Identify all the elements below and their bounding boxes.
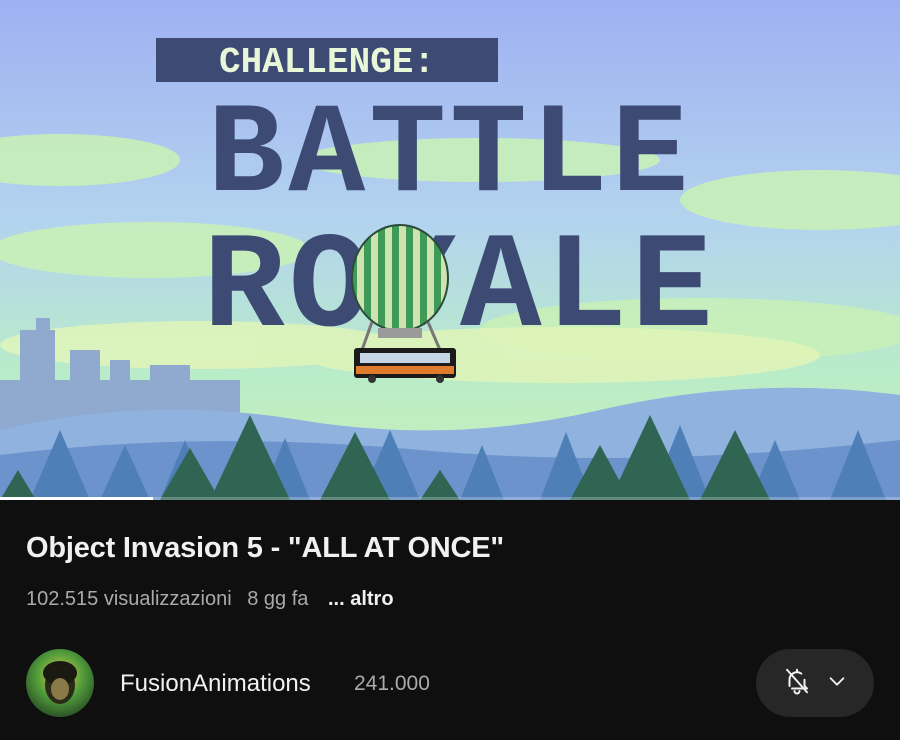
channel-avatar[interactable]	[26, 649, 94, 717]
video-player[interactable]: CHALLENGE: BATTLE ROYALE	[0, 0, 900, 500]
channel-name[interactable]: FusionAnimations	[120, 670, 311, 698]
channel-row: FusionAnimations 241.000	[0, 649, 900, 719]
subscriber-count: 241.000	[354, 672, 430, 695]
video-title: Object Invasion 5 - "ALL AT ONCE"	[26, 532, 504, 564]
progress-bar[interactable]	[0, 497, 900, 500]
video-info: Object Invasion 5 - "ALL AT ONCE" 102.51…	[0, 503, 900, 740]
thumbnail-title-small: CHALLENGE:	[219, 42, 435, 83]
more-link[interactable]: ... altro	[328, 588, 394, 610]
subscription-notification-button[interactable]	[756, 649, 874, 717]
progress-fill	[0, 497, 153, 500]
chevron-down-icon	[826, 670, 848, 697]
view-count: 102.515 visualizzazioni	[26, 588, 232, 610]
thumbnail-title-line1: BATTLE	[208, 84, 693, 229]
video-thumbnail: CHALLENGE: BATTLE ROYALE	[0, 0, 900, 500]
thumbnail-title-line2: ROYALE	[203, 212, 717, 366]
bell-off-icon	[782, 666, 812, 701]
upload-age: 8 gg fa	[247, 588, 309, 610]
video-meta[interactable]: 102.515 visualizzazioni 8 gg fa ... altr…	[26, 588, 404, 611]
